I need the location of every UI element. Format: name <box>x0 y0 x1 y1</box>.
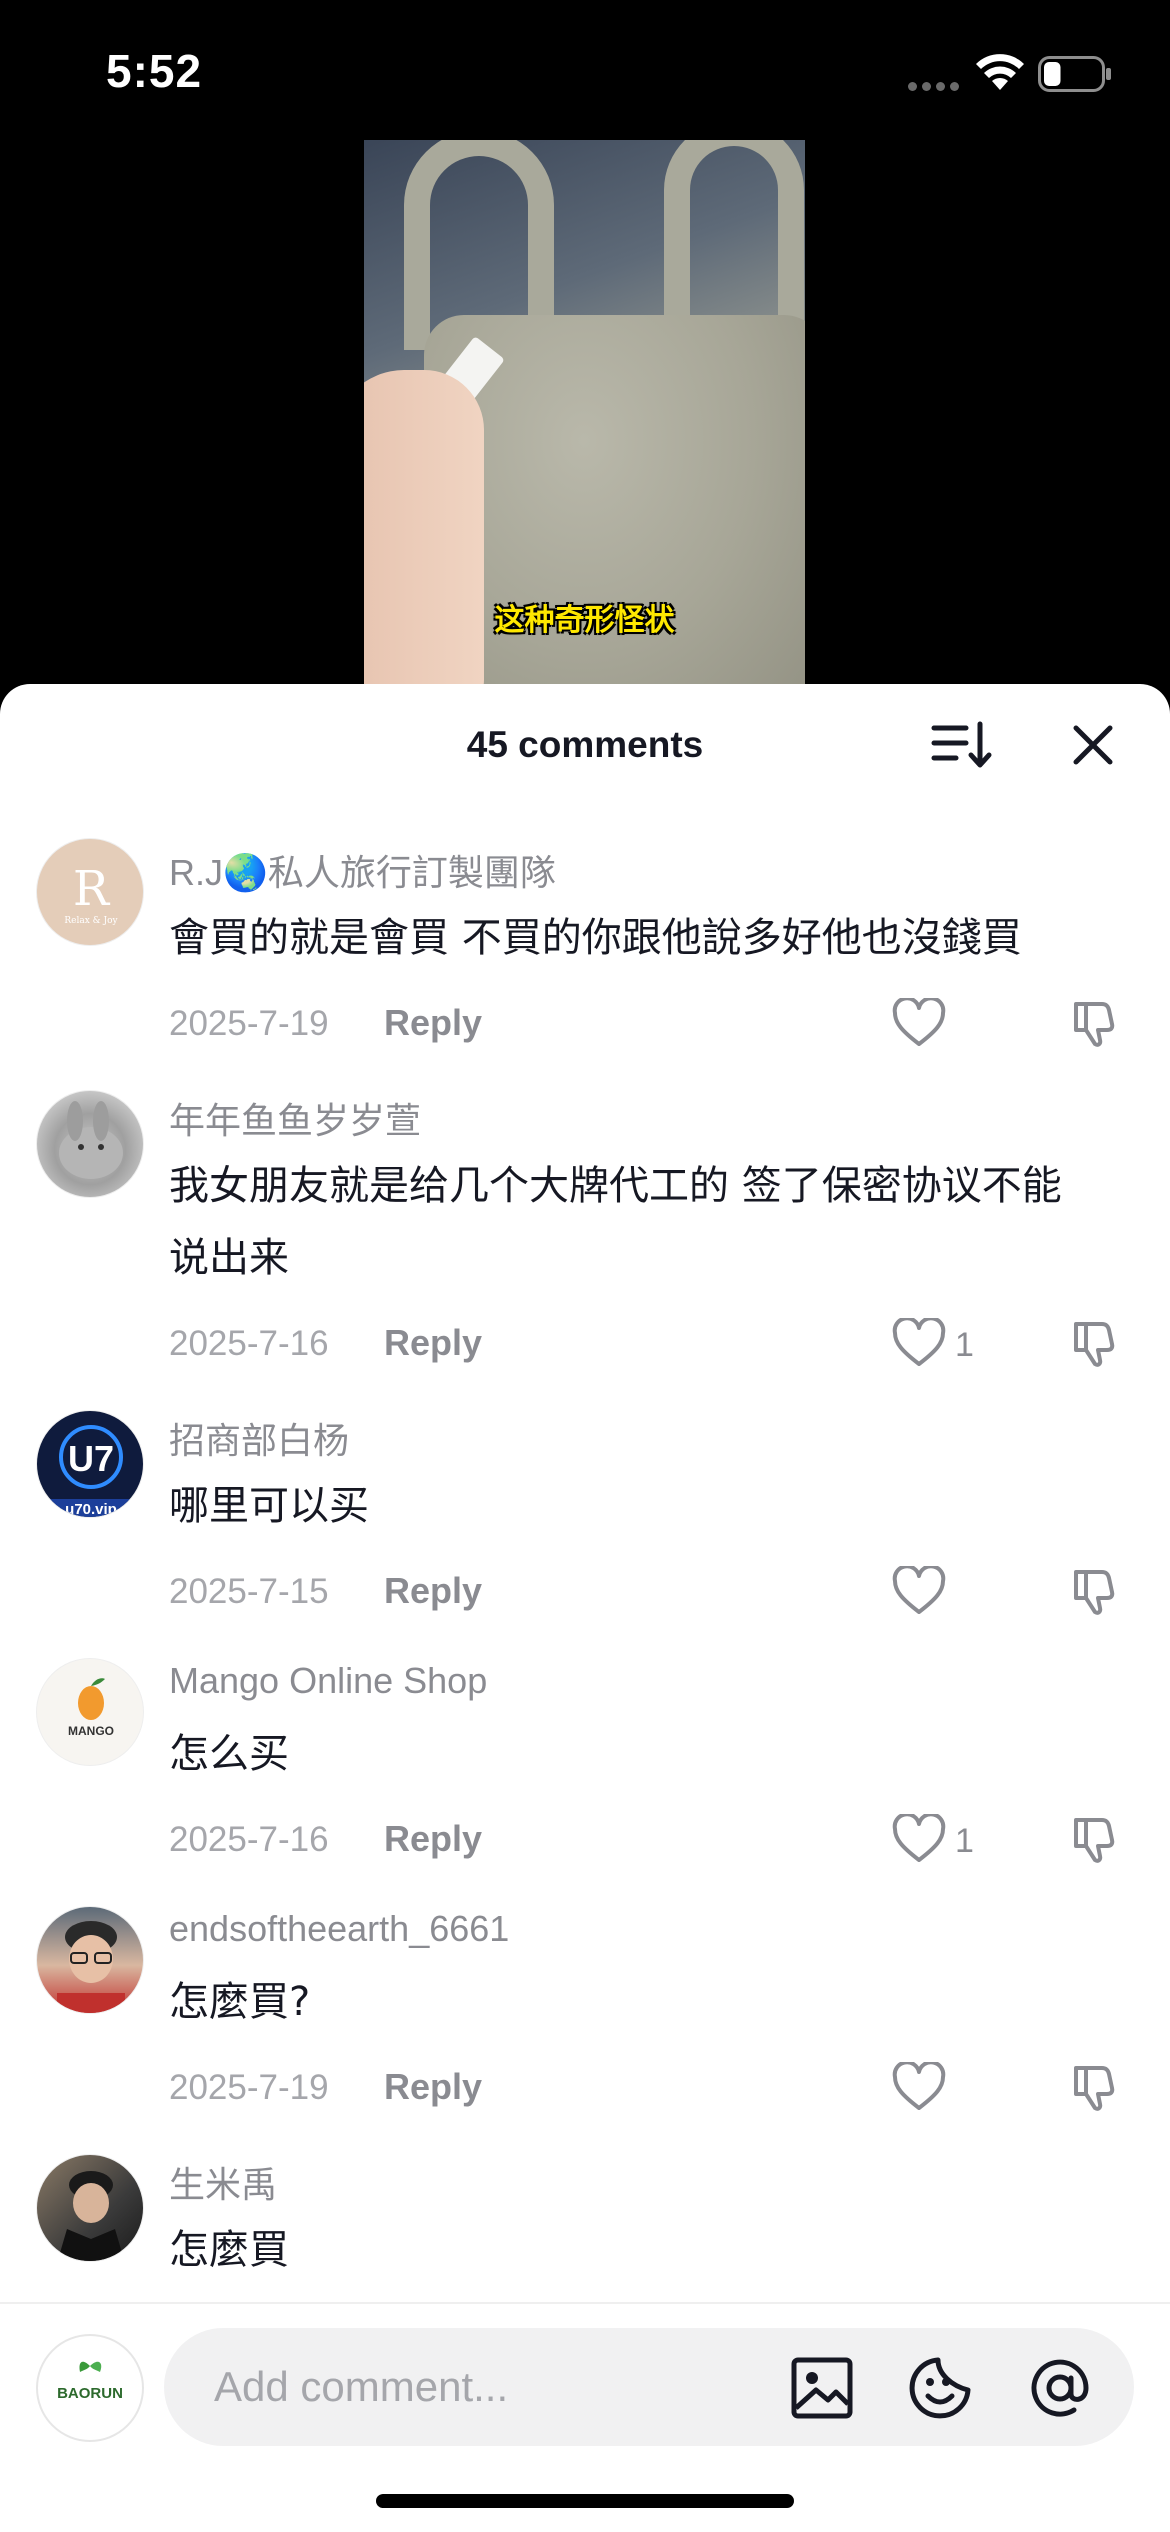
comment-username[interactable]: 年年鱼鱼岁岁萱 <box>169 1092 421 1144</box>
comment-text: 怎么买 <box>169 1731 289 1777</box>
comment-username[interactable]: 生米禹 <box>169 2156 277 2208</box>
avatar[interactable] <box>36 1090 144 1198</box>
comment-date: 2025-7-19 <box>169 1004 329 1043</box>
home-indicator[interactable] <box>376 2494 794 2508</box>
avatar[interactable] <box>36 2154 144 2262</box>
svg-text:u70.vip: u70.vip <box>65 1501 117 1518</box>
person-avatar <box>57 2171 125 2261</box>
comment-text: 怎麼買? <box>169 1979 311 2025</box>
my-avatar[interactable]: BAORUN <box>36 2334 144 2442</box>
status-bar: 5:52 <box>0 0 1170 140</box>
avatar[interactable] <box>36 1906 144 2014</box>
comment-date: 2025-7-16 <box>169 1820 329 1859</box>
baorun-logo: BAORUN <box>57 2361 123 2402</box>
svg-text:BAORUN: BAORUN <box>57 2385 123 2402</box>
sticker-icon[interactable] <box>908 2356 972 2420</box>
image-icon[interactable] <box>790 2356 854 2420</box>
bunny-avatar <box>59 1101 123 1179</box>
like-count: 1 <box>955 1326 974 1364</box>
heart-icon[interactable] <box>892 2062 946 2112</box>
svg-text:MANGO: MANGO <box>68 1724 114 1738</box>
avatar[interactable]: MANGO <box>36 1658 144 1766</box>
thumbs-down-icon[interactable] <box>1072 1564 1124 1616</box>
comments-sheet: 45 comments R Relax & Joy R.J🌏私人旅行訂製團隊 會… <box>0 684 1170 2532</box>
comment-text: 怎麼買 <box>169 2227 289 2273</box>
reply-button[interactable]: Reply <box>384 1570 482 1612</box>
screen: 5:52 这种奇形怪状 45 comments R Relax & Joy R.… <box>0 0 1170 2532</box>
avatar-logo: R Relax & Joy <box>64 861 118 926</box>
svg-text:U7: U7 <box>68 1438 114 1479</box>
comment-composer: BAORUN <box>0 2302 1170 2532</box>
cellular-signal-icon <box>908 82 960 92</box>
sheet-header: 45 comments <box>0 684 1170 794</box>
comment-text: 哪里可以买 <box>169 1483 369 1529</box>
thumbs-down-icon[interactable] <box>1072 1316 1124 1368</box>
u7-logo: U7 u70.vip <box>37 1425 143 1518</box>
comment-text: 我女朋友就是给几个大牌代工的 签了保密协议不能说出来 <box>169 1163 1062 1281</box>
comment-text: 會買的就是會買 不買的你跟他說多好他也沒錢買 <box>169 915 1022 961</box>
mention-icon[interactable] <box>1028 2356 1092 2420</box>
reply-button[interactable]: Reply <box>384 1002 482 1044</box>
mango-logo: MANGO <box>68 1678 114 1738</box>
video-player[interactable]: 这种奇形怪状 <box>364 140 805 700</box>
heart-icon[interactable] <box>892 998 946 1048</box>
reply-button[interactable]: Reply <box>384 1322 482 1364</box>
heart-icon[interactable] <box>892 1318 946 1368</box>
svg-text:Relax & Joy: Relax & Joy <box>64 916 118 926</box>
sort-icon[interactable] <box>928 716 992 776</box>
close-icon[interactable] <box>1068 720 1118 770</box>
hand-image <box>364 370 484 700</box>
comment-username[interactable]: R.J🌏私人旅行訂製團隊 <box>169 844 556 896</box>
comment-date: 2025-7-15 <box>169 1572 329 1611</box>
heart-icon[interactable] <box>892 1566 946 1616</box>
status-time: 5:52 <box>106 45 203 97</box>
comments-count-title: 45 comments <box>466 724 704 765</box>
comment-username[interactable]: 招商部白杨 <box>169 1412 349 1464</box>
comment-date: 2025-7-19 <box>169 2068 329 2107</box>
thumbs-down-icon[interactable] <box>1072 996 1124 1048</box>
thumbs-down-icon[interactable] <box>1072 2060 1124 2112</box>
comment-date: 2025-7-16 <box>169 1324 329 1363</box>
heart-icon[interactable] <box>892 1814 946 1864</box>
thumbs-down-icon[interactable] <box>1072 1812 1124 1864</box>
reply-button[interactable]: Reply <box>384 1818 482 1860</box>
comment-username[interactable]: endsoftheearth_6661 <box>169 1908 509 1950</box>
person-avatar <box>57 1921 125 2013</box>
like-count: 1 <box>955 1822 974 1860</box>
battery-icon <box>1038 56 1111 92</box>
video-caption: 这种奇形怪状 <box>494 603 675 638</box>
avatar[interactable]: U7 u70.vip <box>36 1410 144 1518</box>
comment-username[interactable]: Mango Online Shop <box>169 1660 487 1702</box>
reply-button[interactable]: Reply <box>384 2066 482 2108</box>
comment-input[interactable] <box>164 2328 1134 2446</box>
wifi-icon <box>976 54 1024 90</box>
avatar[interactable]: R Relax & Joy <box>36 838 144 946</box>
svg-text:R: R <box>73 861 111 917</box>
